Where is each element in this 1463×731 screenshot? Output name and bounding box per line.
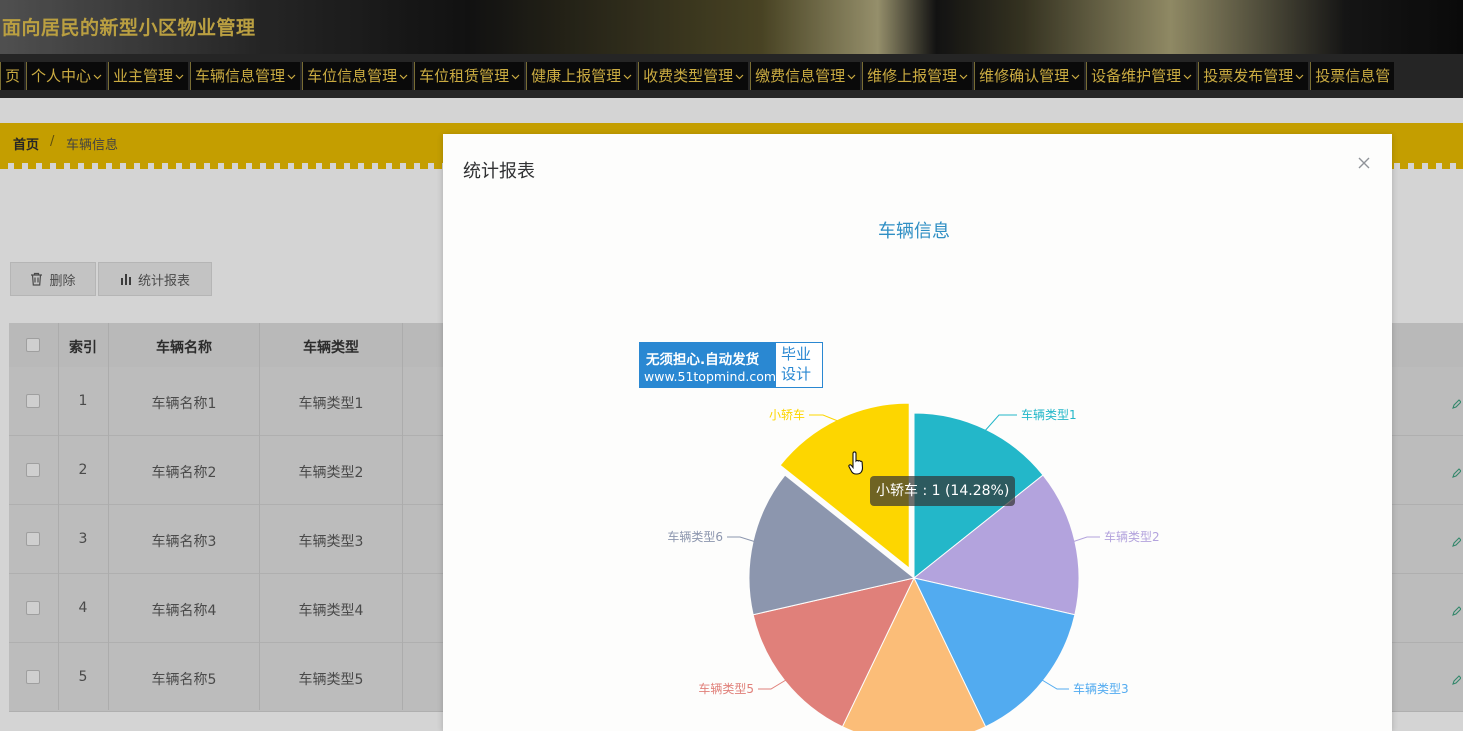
stats-modal: 统计报表 车辆信息 车辆类型1 车辆类型2 车辆类型3 车辆类型5 车辆类型6 小轿车 无须…	[443, 134, 1392, 731]
watermark-url: www.51topmind.com	[644, 369, 777, 384]
pie-slice-label: 车辆类型6	[667, 529, 723, 544]
pie-label-line	[984, 414, 1017, 432]
hand-cursor-icon	[847, 451, 865, 481]
pie-slice-label: 车辆类型3	[1073, 681, 1129, 696]
pie-slice-label: 车辆类型5	[698, 681, 754, 696]
watermark-logo: 无须担心.自动发货 www.51topmind.com 毕业 设计	[639, 342, 823, 388]
pie-slice-label: 车辆类型2	[1104, 529, 1160, 544]
pie-label-line	[727, 536, 756, 543]
pie-label-line	[1041, 679, 1069, 690]
watermark-left-panel: 无须担心.自动发货 www.51topmind.com	[640, 343, 776, 387]
vehicle-pie-chart: 车辆信息车辆类型1 车辆类型2 车辆类型3 车辆类型5 车辆类型6 小轿车	[667, 221, 1160, 731]
watermark-right-panel: 毕业 设计	[781, 344, 819, 384]
watermark-right-line1: 毕业	[781, 345, 812, 363]
chart-title: 车辆信息	[878, 221, 950, 242]
pie-slice-label: 小轿车	[769, 407, 805, 422]
chart-tooltip: 小轿车 : 1 (14.28%)	[870, 476, 1016, 506]
pie-label-line	[1072, 536, 1100, 543]
watermark-right-line2: 设计	[781, 365, 812, 383]
pie-label-line	[758, 679, 787, 690]
pie-slice-label: 车辆类型1	[1021, 407, 1077, 422]
pie-label-line	[809, 414, 839, 422]
watermark-line1: 无须担心.自动发货	[646, 352, 760, 368]
